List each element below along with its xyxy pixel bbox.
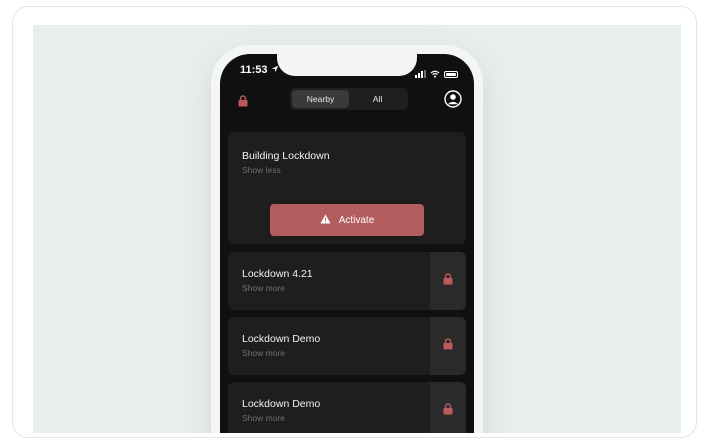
card-toggle-link[interactable]: Show more xyxy=(242,413,285,423)
outer-card: 11:53 Nearby All Building Lockdown Show … xyxy=(12,6,697,438)
activate-button[interactable]: Activate xyxy=(270,204,424,236)
phone-frame: 11:53 Nearby All Building Lockdown Show … xyxy=(211,45,483,433)
wifi-icon xyxy=(430,65,440,83)
status-icons xyxy=(415,65,458,83)
warning-icon xyxy=(320,214,331,227)
lock-button[interactable] xyxy=(430,382,466,433)
status-time: 11:53 xyxy=(240,64,279,76)
signal-icon xyxy=(415,70,426,78)
card-title: Lockdown Demo xyxy=(242,398,321,410)
status-time-text: 11:53 xyxy=(240,64,268,76)
card-toggle-link[interactable]: Show more xyxy=(242,283,285,293)
card-lockdown-demo[interactable]: Lockdown Demo Show more xyxy=(228,317,466,375)
notch xyxy=(277,54,417,76)
segmented-control: Nearby All xyxy=(290,88,408,110)
card-lockdown-demo[interactable]: Lockdown Demo Show more xyxy=(228,382,466,433)
lock-icon[interactable] xyxy=(238,94,248,112)
lock-icon xyxy=(443,337,453,355)
card-title: Building Lockdown xyxy=(242,150,330,162)
lock-button[interactable] xyxy=(430,317,466,375)
battery-icon xyxy=(444,70,458,78)
lock-icon xyxy=(443,272,453,290)
activate-label: Activate xyxy=(338,214,375,226)
profile-icon[interactable] xyxy=(444,90,462,108)
tab-nearby[interactable]: Nearby xyxy=(292,90,349,108)
card-title: Lockdown Demo xyxy=(242,333,321,345)
card-building-lockdown[interactable]: Building Lockdown Show less Activate xyxy=(228,132,466,244)
location-arrow-icon xyxy=(271,64,279,76)
card-title: Lockdown 4.21 xyxy=(242,268,313,280)
lock-button[interactable] xyxy=(430,252,466,310)
lock-icon xyxy=(443,402,453,420)
preview-stage: 11:53 Nearby All Building Lockdown Show … xyxy=(33,25,681,433)
card-toggle-link[interactable]: Show more xyxy=(242,348,285,358)
card-lockdown-4-21[interactable]: Lockdown 4.21 Show more xyxy=(228,252,466,310)
card-toggle-link[interactable]: Show less xyxy=(242,165,281,175)
phone-screen: 11:53 Nearby All Building Lockdown Show … xyxy=(220,54,474,433)
top-bar: Nearby All xyxy=(220,88,474,114)
tab-all[interactable]: All xyxy=(349,90,406,108)
